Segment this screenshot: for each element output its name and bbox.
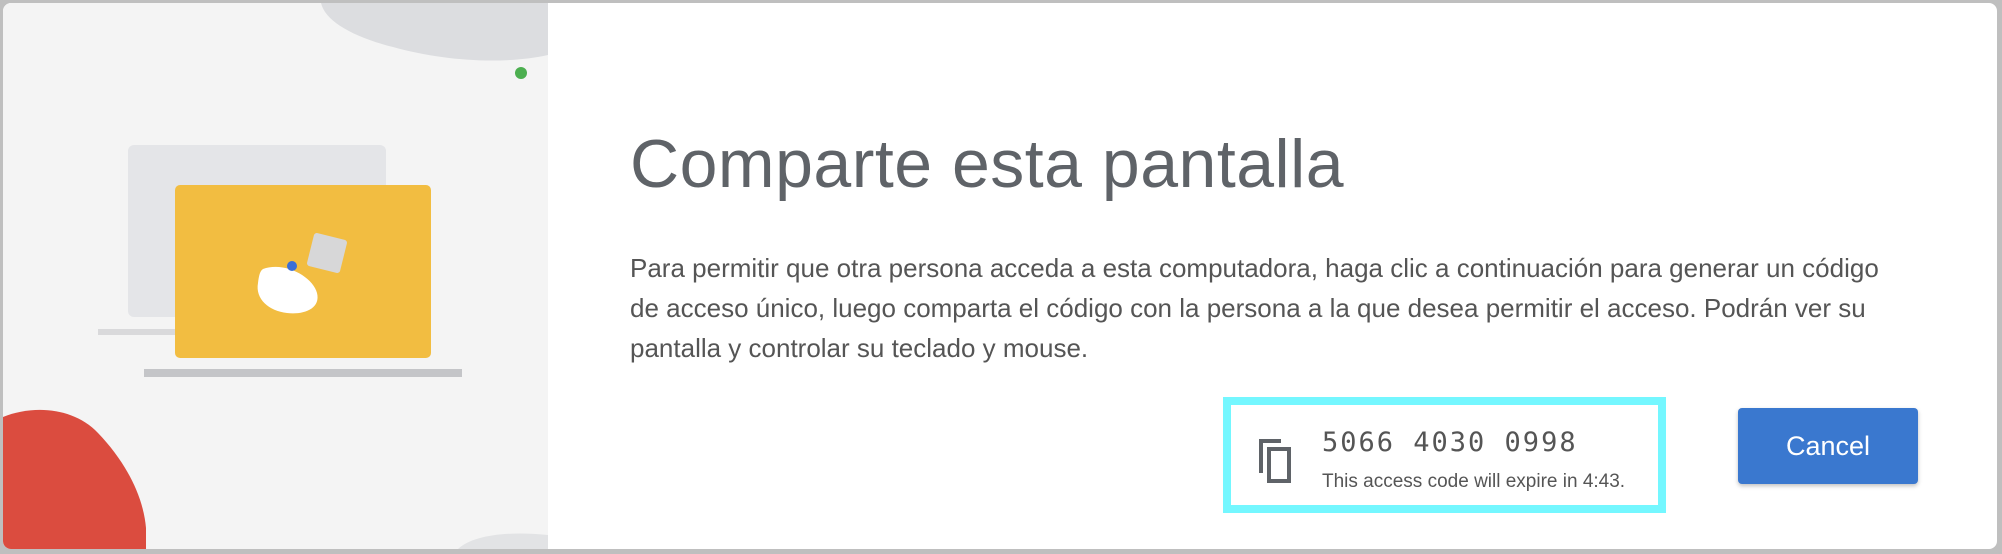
bottom-decorative-blob	[458, 533, 548, 549]
dialog-content: Comparte esta pantalla Para permitir que…	[548, 3, 1997, 549]
top-decorative-blob	[321, 3, 548, 61]
share-screen-illustration	[3, 3, 548, 549]
access-code-value[interactable]: 5066 4030 0998	[1322, 427, 1578, 458]
access-code-expiry: This access code will expire in 4:43.	[1322, 471, 1626, 492]
share-screen-dialog: Comparte esta pantalla Para permitir que…	[3, 3, 1997, 549]
front-laptop-base	[144, 369, 462, 377]
dialog-description: Para permitir que otra persona acceda a …	[630, 253, 1879, 363]
copy-icon[interactable]	[1253, 435, 1297, 485]
blue-dot	[287, 261, 297, 271]
dialog-title: Comparte esta pantalla	[630, 126, 1345, 202]
front-laptop-screen	[175, 185, 431, 358]
cancel-button[interactable]: Cancel	[1738, 408, 1918, 484]
illustration-graphic	[3, 3, 548, 549]
red-decorative-blob	[3, 409, 146, 549]
green-status-dot	[515, 67, 527, 79]
copy-icon-graphic	[1259, 439, 1291, 483]
access-code-panel: 5066 4030 0998 This access code will exp…	[1223, 397, 1666, 513]
